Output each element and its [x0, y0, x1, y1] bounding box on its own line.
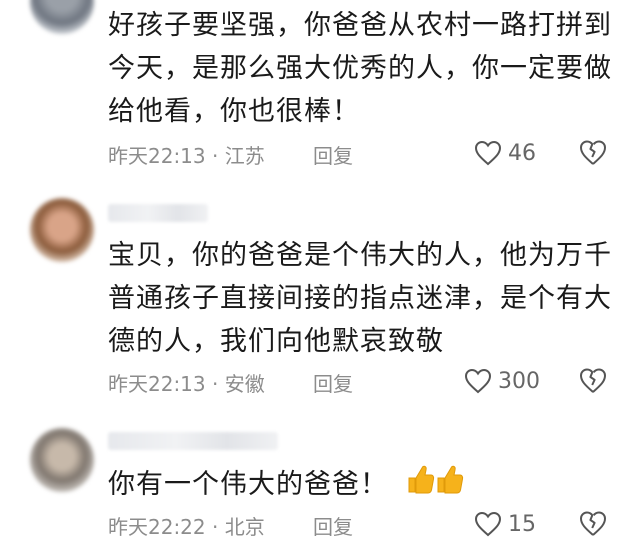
username-blurred[interactable]: [108, 432, 278, 450]
like-button[interactable]: 300: [464, 366, 540, 396]
username-blurred[interactable]: [108, 204, 208, 222]
avatar[interactable]: [30, 428, 94, 492]
comment-text: 你有一个伟大的爸爸！: [108, 462, 628, 509]
avatar[interactable]: [30, 198, 94, 262]
comment-meta: 昨天22:13 · 安徽 回复 300: [108, 368, 628, 398]
reply-button[interactable]: 回复: [313, 511, 353, 540]
time-location: 昨天22:13 · 安徽: [108, 372, 265, 396]
comment-line: 好孩子要坚强，你爸爸从农村一路打拼到: [108, 10, 612, 41]
like-button[interactable]: 15: [474, 509, 536, 539]
reply-button[interactable]: 回复: [313, 368, 353, 397]
comment-meta: 昨天22:22 · 北京 回复 15: [108, 511, 628, 541]
comment-meta: 昨天22:13 · 江苏 回复 46: [108, 140, 628, 170]
heart-icon: [474, 511, 502, 537]
comment-line: 你有一个伟大的爸爸！: [108, 462, 628, 509]
like-count: 300: [498, 368, 540, 394]
thumbs-up-icon: [404, 462, 466, 509]
broken-heart-icon[interactable]: [578, 365, 608, 395]
comment-line: 德的人，我们向他默哀致敬: [108, 326, 444, 357]
like-count: 46: [508, 140, 536, 166]
time-location: 昨天22:22 · 北京: [108, 515, 265, 539]
comment-line: 今天，是那么强大优秀的人，你一定要做: [108, 53, 612, 84]
comment-line: 给他看，你也很棒！: [108, 96, 360, 127]
comment-line: 宝贝，你的爸爸是个伟大的人，他为万千: [108, 240, 612, 271]
comment-text: 好孩子要坚强，你爸爸从农村一路打拼到 今天，是那么强大优秀的人，你一定要做 给他…: [108, 4, 628, 133]
comment-line-text: 你有一个伟大的爸爸！: [108, 469, 388, 500]
time-location: 昨天22:13 · 江苏: [108, 144, 265, 168]
like-count: 15: [508, 511, 536, 537]
heart-icon: [464, 368, 492, 394]
comment-line: 普通孩子直接间接的指点迷津，是个有大: [108, 283, 612, 314]
broken-heart-icon[interactable]: [578, 508, 608, 538]
like-button[interactable]: 46: [474, 138, 536, 168]
avatar[interactable]: [30, 0, 94, 34]
broken-heart-icon[interactable]: [578, 137, 608, 167]
reply-button[interactable]: 回复: [313, 140, 353, 169]
comment-text: 宝贝，你的爸爸是个伟大的人，他为万千 普通孩子直接间接的指点迷津，是个有大 德的…: [108, 234, 628, 363]
heart-icon: [474, 140, 502, 166]
